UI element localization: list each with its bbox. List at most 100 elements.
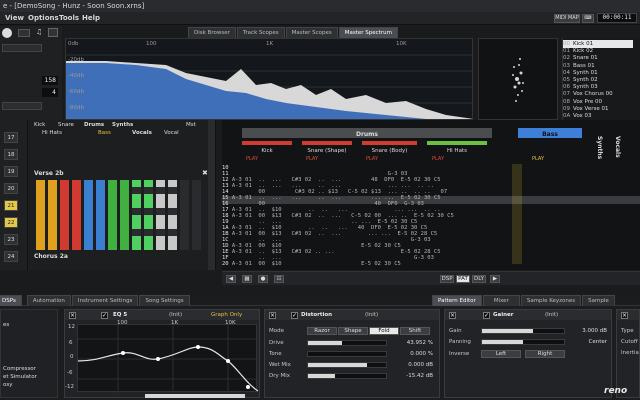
matrix-slot[interactable]	[192, 215, 201, 222]
matrix-slot[interactable]	[132, 201, 141, 208]
matrix-slot[interactable]	[180, 236, 189, 243]
matrix-slot[interactable]	[36, 215, 45, 222]
matrix-slot[interactable]	[60, 229, 69, 236]
matrix-slot[interactable]	[180, 187, 189, 194]
vocals-side-track[interactable]: Vocals	[614, 136, 621, 158]
matrix-slot[interactable]	[84, 187, 93, 194]
eq5-close-icon[interactable]: ×	[69, 312, 76, 319]
matrix-slot[interactable]	[108, 201, 117, 208]
matrix-slot[interactable]	[48, 222, 57, 229]
mode-fold-button[interactable]: Fold	[369, 327, 399, 335]
tab-automation[interactable]: Automation	[26, 295, 71, 306]
matrix-slot[interactable]	[192, 187, 201, 194]
matrix-slot[interactable]	[96, 201, 105, 208]
matrix-scrollbar[interactable]	[208, 120, 215, 270]
computer-keyboard-icon[interactable]: ⌨	[582, 14, 594, 23]
matrix-slot[interactable]	[192, 222, 201, 229]
matrix-slot[interactable]	[36, 229, 45, 236]
edit-mode-toggle[interactable]	[48, 28, 58, 37]
sequence-slot[interactable]: 19	[4, 166, 18, 177]
matrix-slot[interactable]	[84, 208, 93, 215]
matrix-slot[interactable]	[168, 215, 177, 222]
matrix-slot[interactable]	[60, 215, 69, 222]
wet-mix-slider[interactable]	[307, 362, 387, 368]
matrix-slot[interactable]	[48, 194, 57, 201]
matrix-slot[interactable]	[156, 208, 165, 215]
matrix-slot[interactable]	[120, 187, 129, 194]
matrix-slot[interactable]	[180, 215, 189, 222]
matrix-slot[interactable]	[156, 180, 165, 187]
lpb-value[interactable]: 4	[42, 88, 58, 97]
tab-sample[interactable]: Sample	[582, 295, 615, 306]
hihats-play-label[interactable]: PLAY	[432, 156, 444, 162]
dsp-list-item[interactable]: es	[3, 322, 9, 328]
matrix-slot[interactable]	[144, 201, 153, 208]
dsp-list-item[interactable]: osy	[3, 382, 13, 388]
matrix-slot[interactable]	[36, 243, 45, 250]
matrix-slot[interactable]	[156, 236, 165, 243]
matrix-slot[interactable]	[120, 222, 129, 229]
matrix-slot[interactable]	[168, 222, 177, 229]
matrix-slot[interactable]	[48, 236, 57, 243]
matrix-slot[interactable]	[36, 187, 45, 194]
matrix-slot[interactable]	[36, 194, 45, 201]
matrix-slot[interactable]	[180, 229, 189, 236]
sequence-slot[interactable]: 17	[4, 132, 18, 143]
matrix-slot[interactable]	[156, 187, 165, 194]
matrix-slot[interactable]	[120, 229, 129, 236]
sequence-slot[interactable]: 23	[4, 234, 18, 245]
matrix-slot[interactable]	[144, 215, 153, 222]
gainer-preset[interactable]: (Init)	[545, 312, 558, 318]
scroll-right-icon[interactable]: ▶	[490, 275, 500, 283]
drive-slider[interactable]	[307, 340, 387, 346]
filter-close-icon[interactable]: ×	[621, 312, 628, 319]
matrix-slot[interactable]	[108, 222, 117, 229]
matrix-slot[interactable]	[108, 194, 117, 201]
matrix-slot[interactable]	[84, 222, 93, 229]
matrix-slot[interactable]	[108, 229, 117, 236]
matrix-slot[interactable]	[168, 187, 177, 194]
matrix-slot[interactable]	[84, 194, 93, 201]
bpm-value[interactable]: 158	[42, 76, 58, 85]
matrix-slot[interactable]	[96, 229, 105, 236]
matrix-slot[interactable]	[168, 194, 177, 201]
scroll-left-icon[interactable]: ◀	[226, 275, 236, 283]
bpm-slider[interactable]	[2, 44, 42, 52]
mode-razor-button[interactable]: Razor	[307, 327, 337, 335]
matrix-slot[interactable]	[168, 229, 177, 236]
matrix-slot[interactable]	[180, 208, 189, 215]
matrix-slot[interactable]	[120, 243, 129, 250]
dsp-list-item[interactable]: Compressor	[3, 366, 36, 372]
dsp-chain-scrollbar[interactable]	[145, 394, 245, 398]
sequence-slot[interactable]: 24	[4, 251, 18, 262]
snare-play-label[interactable]: PLAY	[306, 156, 318, 162]
matrix-slot[interactable]	[36, 201, 45, 208]
matrix-slot[interactable]	[180, 194, 189, 201]
matrix-slot[interactable]	[72, 243, 81, 250]
matrix-slot[interactable]	[60, 194, 69, 201]
menu-view[interactable]: View	[5, 12, 24, 25]
matrix-slot[interactable]	[72, 215, 81, 222]
matrix-slot[interactable]	[60, 208, 69, 215]
matrix-slot[interactable]	[72, 229, 81, 236]
matrix-slot[interactable]	[168, 208, 177, 215]
matrix-slot[interactable]	[132, 194, 141, 201]
pattern-line[interactable]: 20 A-3 01 00 $10 E-5 02 30 C5	[222, 260, 640, 268]
menu-help[interactable]: Help	[82, 12, 100, 25]
matrix-slot[interactable]	[144, 180, 153, 187]
matrix-slot[interactable]	[60, 243, 69, 250]
mode-shift-button[interactable]: Shift	[400, 327, 430, 335]
matrix-slot[interactable]	[168, 236, 177, 243]
gainer-close-icon[interactable]: ×	[449, 312, 456, 319]
matrix-slot[interactable]	[180, 201, 189, 208]
dsp-list-item[interactable]: et Simulator	[3, 374, 37, 380]
matrix-slot[interactable]	[192, 229, 201, 236]
matrix-slot[interactable]	[48, 187, 57, 194]
matrix-slot[interactable]	[96, 215, 105, 222]
matrix-slot[interactable]	[60, 236, 69, 243]
matrix-slot[interactable]	[72, 208, 81, 215]
matrix-slot[interactable]	[156, 194, 165, 201]
matrix-slot[interactable]	[132, 215, 141, 222]
matrix-slot[interactable]	[192, 208, 201, 215]
metronome-icon[interactable]: ♫	[36, 28, 44, 37]
